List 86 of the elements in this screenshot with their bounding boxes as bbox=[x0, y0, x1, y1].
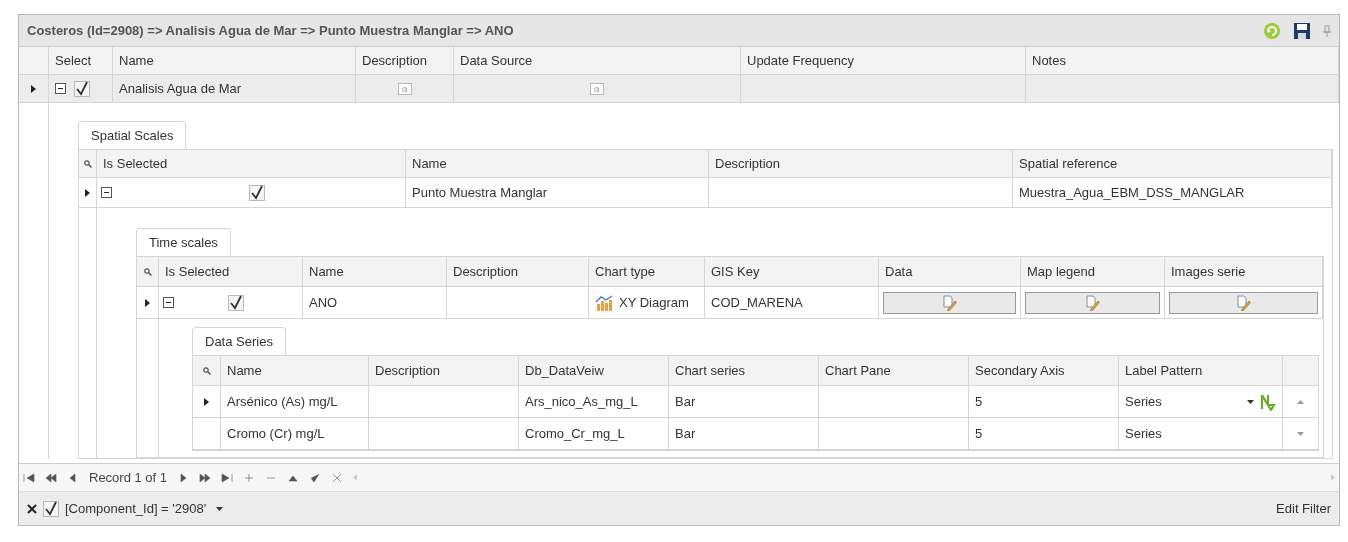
column-header[interactable]: Description bbox=[709, 150, 1013, 178]
previous-page-icon[interactable] bbox=[45, 472, 57, 483]
column-header[interactable]: Description bbox=[447, 257, 589, 287]
tab[interactable]: Data Series bbox=[192, 327, 286, 355]
bar-chart-icon bbox=[595, 294, 613, 311]
search-icon[interactable] bbox=[202, 366, 211, 375]
table-cell: COD_MARENA bbox=[705, 287, 879, 319]
column-header[interactable]: GIS Key bbox=[705, 257, 879, 287]
row-indicator[interactable] bbox=[137, 287, 159, 319]
cell-text: Series bbox=[1125, 392, 1163, 411]
dropdown-caret-icon[interactable] bbox=[1247, 399, 1254, 404]
edit-document-icon bbox=[1236, 294, 1251, 311]
table-cell: Analisis Agua de Mar bbox=[113, 75, 356, 103]
search-icon[interactable] bbox=[143, 267, 152, 276]
checkbox[interactable] bbox=[74, 80, 90, 97]
column-header[interactable]: Chart Pane bbox=[819, 356, 969, 386]
close-icon[interactable] bbox=[27, 503, 37, 514]
column-header[interactable]: Name bbox=[113, 47, 356, 75]
column-header[interactable]: Select bbox=[49, 47, 113, 75]
column-header[interactable]: Images serie bbox=[1165, 257, 1323, 287]
previous-record-icon[interactable] bbox=[67, 472, 79, 483]
dropdown-editor[interactable]: Series bbox=[1119, 386, 1283, 418]
checkbox[interactable] bbox=[43, 500, 59, 517]
record-counter: Record 1 of 1 bbox=[89, 468, 168, 487]
save-icon[interactable] bbox=[1293, 21, 1311, 40]
first-record-icon[interactable] bbox=[23, 472, 35, 483]
column-header[interactable]: Spatial reference bbox=[1013, 150, 1332, 178]
next-page-icon[interactable] bbox=[199, 472, 212, 483]
collapse-toggle-icon[interactable] bbox=[55, 83, 66, 94]
column-header[interactable]: Name bbox=[303, 257, 447, 287]
table-cell: Ars_nico_As_mg_L bbox=[519, 386, 669, 418]
row-indicator-icon bbox=[31, 84, 36, 93]
table-cell: Bar bbox=[669, 418, 819, 450]
edit-button[interactable] bbox=[883, 291, 1016, 314]
row-indicator[interactable] bbox=[19, 75, 49, 103]
tab[interactable]: Spatial Scales bbox=[78, 121, 187, 149]
table-cell: Arsénico (As) mg/L bbox=[221, 386, 369, 418]
column-header[interactable]: Name bbox=[221, 356, 369, 386]
check-icon[interactable] bbox=[309, 472, 322, 483]
cell-text: Series bbox=[1125, 424, 1163, 443]
dropdown-caret-icon[interactable] bbox=[216, 506, 224, 511]
table-cell: 5 bbox=[969, 386, 1119, 418]
table-cell: Cromo (Cr) mg/L bbox=[221, 418, 369, 450]
last-record-icon[interactable] bbox=[221, 472, 234, 483]
column-header[interactable]: Is Selected bbox=[159, 257, 303, 287]
tab[interactable]: Time scales bbox=[136, 228, 231, 256]
checkbox[interactable] bbox=[248, 184, 265, 201]
edit-document-icon bbox=[1085, 294, 1100, 311]
table-cell-text: XY Diagram bbox=[619, 293, 689, 312]
row-indicator-icon bbox=[85, 188, 90, 197]
table-cell: Muestra_Agua_EBM_DSS_MANGLAR bbox=[1013, 178, 1332, 208]
column-header[interactable]: Secondary Axis bbox=[969, 356, 1119, 386]
column-header[interactable]: Description bbox=[369, 356, 519, 386]
row-indicator[interactable] bbox=[79, 178, 97, 208]
checkbox[interactable] bbox=[228, 294, 244, 311]
column-header[interactable]: Data bbox=[879, 257, 1021, 287]
edit-filter-link[interactable]: Edit Filter bbox=[1276, 498, 1331, 519]
table-cell: ANO bbox=[303, 287, 447, 319]
collapse-toggle-icon[interactable] bbox=[163, 297, 174, 308]
table-cell: Cromo_Cr_mg_L bbox=[519, 418, 669, 450]
table-cell: Punto Muestra Manglar bbox=[406, 178, 709, 208]
column-header[interactable]: Description bbox=[356, 47, 454, 75]
search-icon[interactable] bbox=[83, 159, 92, 168]
scroll-up-icon[interactable] bbox=[1297, 399, 1304, 404]
scroll-down-icon[interactable] bbox=[1297, 431, 1304, 436]
row-indicator-icon bbox=[145, 298, 150, 307]
edit-document-icon bbox=[942, 294, 957, 311]
window-title: Costeros (Id=2908) => Analisis Agua de Mar => Punto Muestra Manglar => ANO bbox=[27, 21, 515, 40]
column-header[interactable]: Notes bbox=[1026, 47, 1339, 75]
column-header[interactable]: Label Pattern bbox=[1119, 356, 1283, 386]
table-cell: 5 bbox=[969, 418, 1119, 450]
edit-button[interactable] bbox=[1169, 291, 1318, 314]
column-header[interactable]: Map legend bbox=[1021, 257, 1165, 287]
column-header[interactable]: Data Source bbox=[454, 47, 741, 75]
column-header[interactable]: Chart type bbox=[589, 257, 705, 287]
column-header[interactable]: Is Selected bbox=[97, 150, 406, 178]
column-header[interactable]: Update Frequency bbox=[741, 47, 1026, 75]
column-header[interactable]: Chart series bbox=[669, 356, 819, 386]
collapse-toggle-icon[interactable] bbox=[101, 187, 112, 198]
filter-expression[interactable]: [Component_Id] = '2908' bbox=[65, 498, 207, 519]
sort-arrows-icon[interactable] bbox=[1260, 392, 1276, 411]
edit-button[interactable] bbox=[1025, 291, 1160, 314]
table-cell: Bar bbox=[669, 386, 819, 418]
column-header[interactable]: Name bbox=[406, 150, 709, 178]
column-header[interactable]: Db_DataVeiw bbox=[519, 356, 669, 386]
row-indicator-icon bbox=[204, 397, 209, 406]
